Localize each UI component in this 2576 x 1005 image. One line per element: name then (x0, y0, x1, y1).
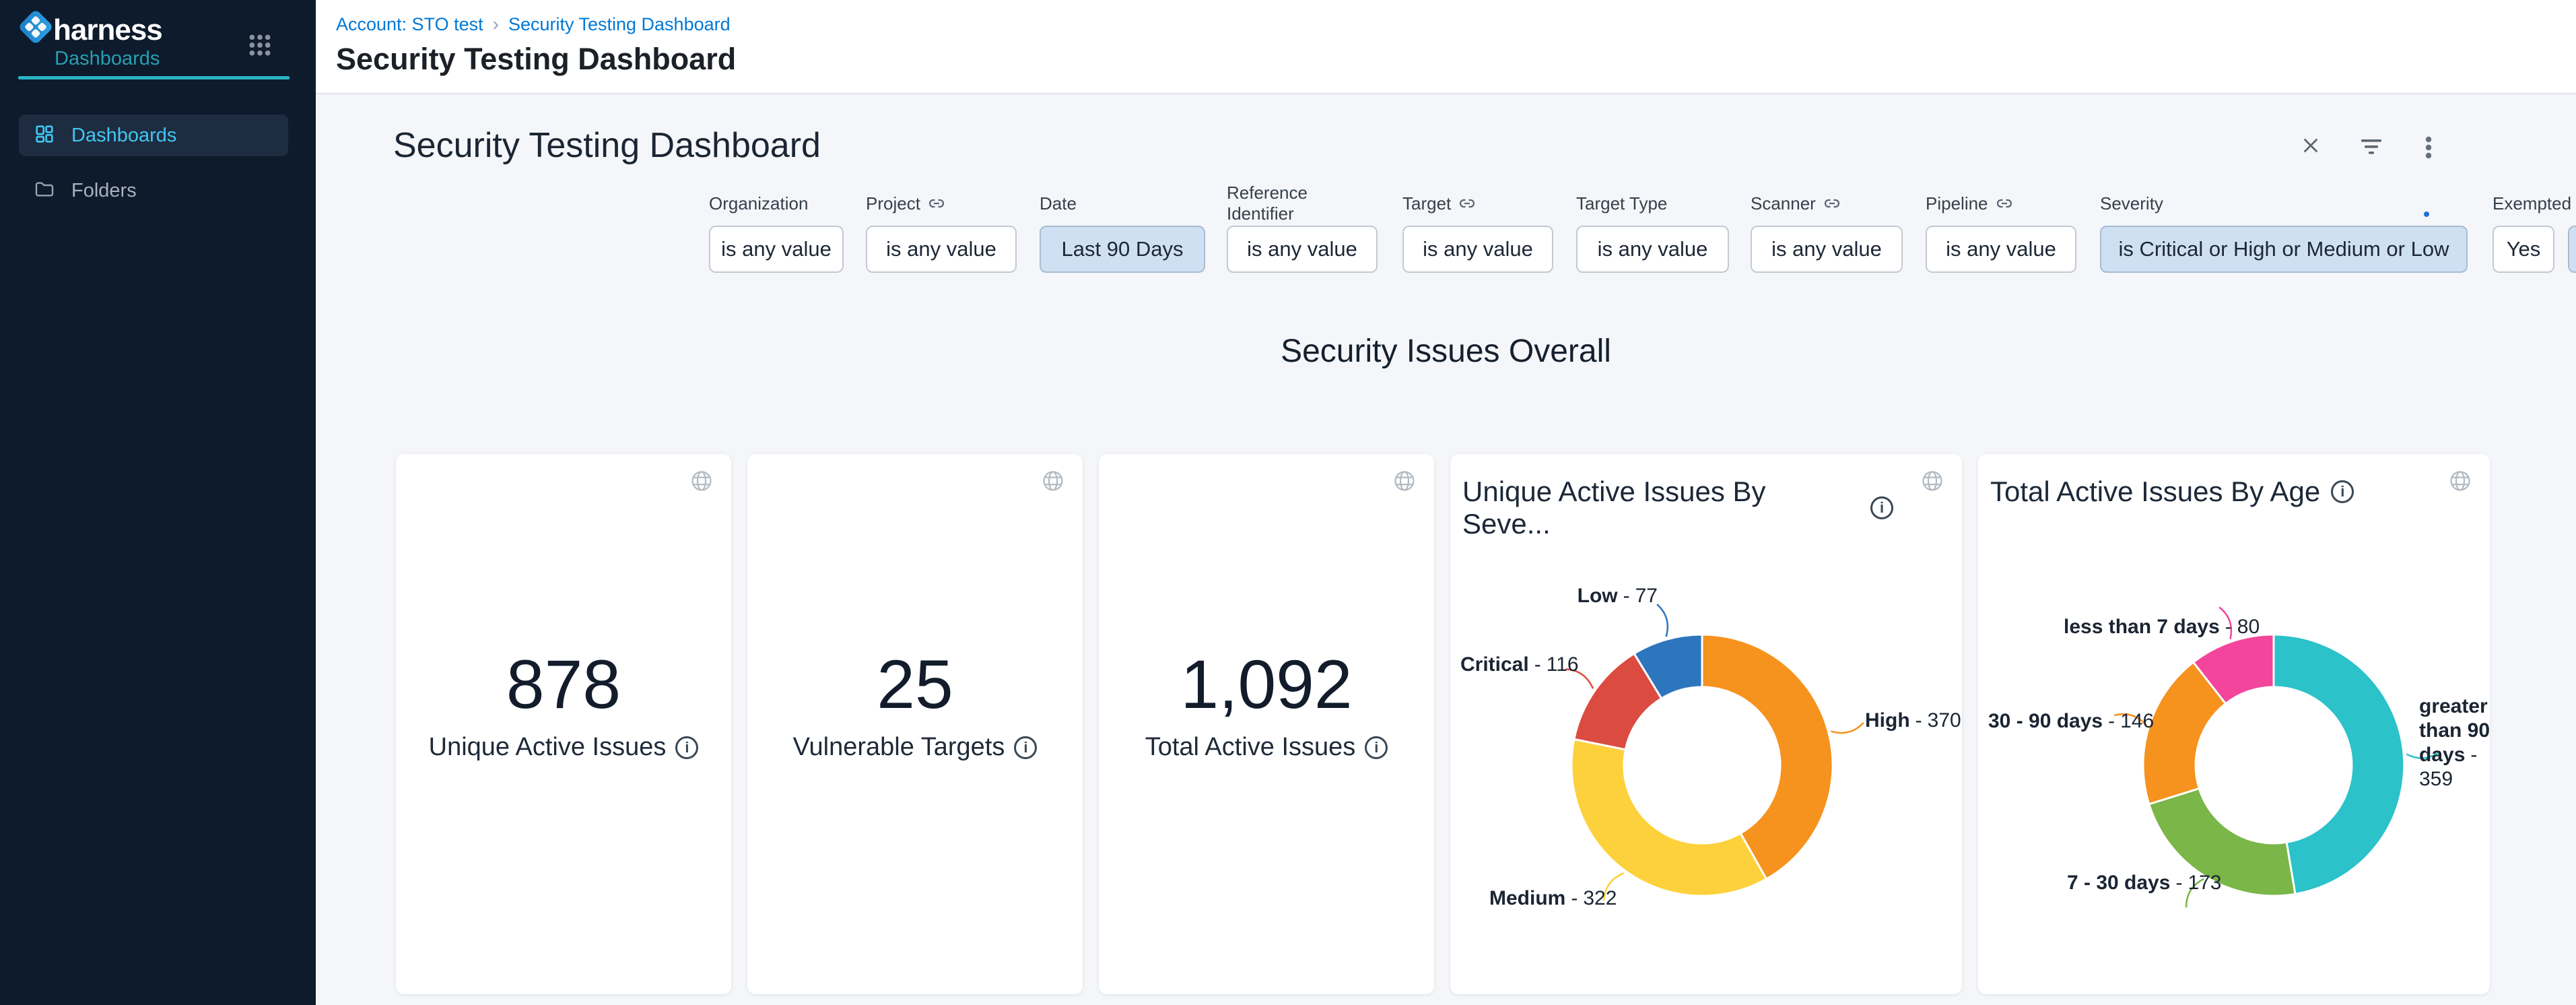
filter-target: Target is any value (1402, 193, 1553, 273)
filter-label: Target Type (1576, 193, 1667, 214)
page-title: Security Testing Dashboard (336, 42, 2576, 77)
filter-label: Severity (2100, 193, 2163, 214)
filter-label: Target (1402, 193, 1451, 214)
stat-label: Total Active Issues (1145, 733, 1356, 762)
donut-callout: Critical-116 (1460, 653, 1579, 677)
breadcrumb-account-link[interactable]: Account: STO test (336, 14, 483, 35)
filter-scanner: Scanner is any value (1751, 193, 1903, 273)
link-icon (1824, 195, 1840, 212)
filter-date-value[interactable]: Last 90 Days (1040, 226, 1205, 273)
donut-callout: High-370 (1865, 709, 1961, 733)
info-icon[interactable] (675, 736, 698, 759)
stat-value: 1,092 (1099, 645, 1434, 724)
filter-label: Reference Identifier (1227, 183, 1378, 224)
filter-label: Pipeline (1926, 193, 1988, 214)
filter-pipeline: Pipeline is any value (1926, 193, 2076, 273)
filter-bar: Organization is any value Project is any… (316, 96, 2576, 291)
filter-label: Date (1040, 193, 1077, 214)
filter-reference-identifier-value[interactable]: is any value (1227, 226, 1378, 273)
filter-target-type: Target Type is any value (1576, 193, 1729, 273)
card-total-active-issues: 1,092 Total Active Issues (1099, 454, 1434, 994)
breadcrumb-current-link[interactable]: Security Testing Dashboard (508, 14, 731, 35)
filter-target-type-value[interactable]: is any value (1576, 226, 1729, 273)
folder-icon (34, 179, 55, 203)
filter-project: Project is any value (866, 193, 1017, 273)
info-icon[interactable] (1014, 736, 1037, 759)
stat-label: Vulnerable Targets (793, 733, 1005, 762)
filter-reference-identifier: Reference Identifier is any value (1227, 193, 1378, 273)
globe-icon[interactable] (689, 469, 714, 496)
filter-severity-value[interactable]: is Critical or High or Medium or Low (2100, 226, 2468, 273)
donut-callout: 7 - 30 days-173 (2067, 871, 2222, 895)
filter-scanner-value[interactable]: is any value (1751, 226, 1903, 273)
filter-exempted-no[interactable]: No (2568, 226, 2576, 273)
cards-row: 878 Unique Active Issues 25 Vulnerable T… (396, 454, 2490, 994)
top-bar: Account: STO test › Security Testing Das… (316, 0, 2576, 94)
card-unique-active-issues: 878 Unique Active Issues (396, 454, 731, 994)
filter-label: Organization (709, 193, 808, 214)
donut-callout: greater than 90 days-359 (2419, 694, 2500, 791)
card-total-issues-by-age: Total Active Issues By Age greater than … (1978, 454, 2490, 994)
dashboards-icon (34, 123, 55, 148)
donut-callout: less than 7 days-80 (2064, 615, 2260, 639)
donut-callout: Low-77 (1545, 584, 1658, 608)
filter-severity: Severity is Critical or High or Medium o… (2100, 193, 2468, 273)
dashboard-canvas: Security Testing Dashboard Organization … (316, 96, 2576, 1005)
section-title: Security Issues Overall (316, 333, 2576, 370)
donut-callout: 30 - 90 days-146 (1988, 709, 2154, 734)
sidebar-item-folders[interactable]: Folders (19, 170, 288, 212)
chevron-right-icon: › (493, 13, 499, 35)
info-icon[interactable] (1365, 736, 1388, 759)
card-vulnerable-targets: 25 Vulnerable Targets (747, 454, 1083, 994)
card-unique-issues-by-severity: Unique Active Issues By Seve... High-370… (1450, 454, 1962, 994)
sidebar-item-label: Folders (71, 180, 137, 202)
filter-organization-value[interactable]: is any value (709, 226, 844, 273)
breadcrumb: Account: STO test › Security Testing Das… (336, 13, 2576, 35)
link-icon (1459, 195, 1475, 212)
stat-label: Unique Active Issues (429, 733, 667, 762)
filter-label: Project (866, 193, 920, 214)
stat-value: 25 (747, 645, 1083, 724)
apps-grid-icon[interactable] (246, 32, 273, 59)
stat-value: 878 (396, 645, 731, 724)
filter-target-value[interactable]: is any value (1402, 226, 1553, 273)
filter-project-value[interactable]: is any value (866, 226, 1017, 273)
filter-exempted-yes[interactable]: Yes (2493, 226, 2554, 273)
globe-icon[interactable] (1392, 469, 1417, 496)
donut-callout: Medium-322 (1489, 886, 1617, 911)
harness-logo-icon (18, 9, 54, 45)
sidebar-accent-divider (18, 76, 290, 79)
filter-exempted: Exempted Yes No (2493, 193, 2576, 273)
filter-label: Exempted (2493, 193, 2571, 214)
sidebar: harness Dashboards Dashboards Folders (0, 0, 316, 1005)
filter-pipeline-value[interactable]: is any value (1926, 226, 2076, 273)
filter-label: Scanner (1751, 193, 1816, 214)
filter-organization: Organization is any value (709, 193, 844, 273)
sidebar-item-dashboards[interactable]: Dashboards (19, 115, 288, 156)
filter-date: Date Last 90 Days (1040, 193, 1205, 273)
brand-wordmark: harness (53, 13, 162, 47)
globe-icon[interactable] (1041, 469, 1065, 496)
link-icon (928, 195, 945, 212)
module-name: Dashboards (55, 48, 160, 70)
link-icon (1996, 195, 2012, 212)
sidebar-item-label: Dashboards (71, 125, 176, 147)
